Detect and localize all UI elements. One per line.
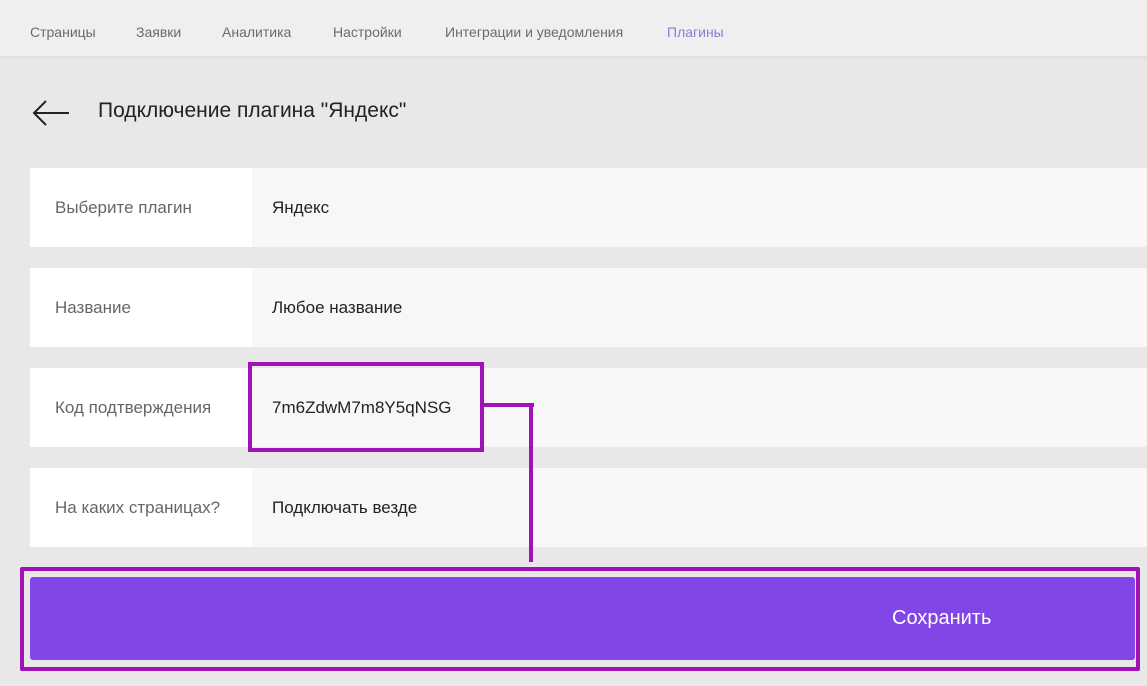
nav-item-pages[interactable]: Страницы — [30, 24, 96, 40]
nav-item-plugins[interactable]: Плагины — [667, 24, 724, 40]
save-button-label: Сохранить — [892, 607, 992, 629]
page-title: Подключение плагина "Яндекс" — [98, 99, 407, 122]
pages-label: На каких страницах? — [30, 468, 252, 547]
form-row-name: Название Любое название — [30, 268, 1147, 347]
plugin-select-label: Выберите плагин — [30, 168, 252, 247]
nav-item-analytics[interactable]: Аналитика — [222, 24, 291, 40]
confirmation-code-label: Код подтверждения — [30, 368, 252, 447]
annotation-connector-line — [529, 403, 533, 562]
nav-item-requests[interactable]: Заявки — [136, 24, 181, 40]
top-navigation: Страницы Заявки Аналитика Настройки Инте… — [0, 0, 1147, 56]
name-field[interactable]: Любое название — [252, 268, 1147, 347]
form-row-pages: На каких страницах? Подключать везде — [30, 468, 1147, 547]
pages-select[interactable]: Подключать везде — [252, 468, 1147, 547]
annotation-connector-line — [484, 403, 534, 407]
arrow-left-icon[interactable] — [31, 98, 71, 128]
nav-item-integrations[interactable]: Интеграции и уведомления — [445, 24, 623, 40]
form-row-plugin: Выберите плагин Яндекс — [30, 168, 1147, 247]
name-label: Название — [30, 268, 252, 347]
plugin-select[interactable]: Яндекс — [252, 168, 1147, 247]
save-button[interactable]: Сохранить — [30, 577, 1135, 660]
form-row-code: Код подтверждения 7m6ZdwM7m8Y5qNSG — [30, 368, 1147, 447]
nav-item-settings[interactable]: Настройки — [333, 24, 402, 40]
confirmation-code-field[interactable]: 7m6ZdwM7m8Y5qNSG — [252, 368, 1147, 447]
